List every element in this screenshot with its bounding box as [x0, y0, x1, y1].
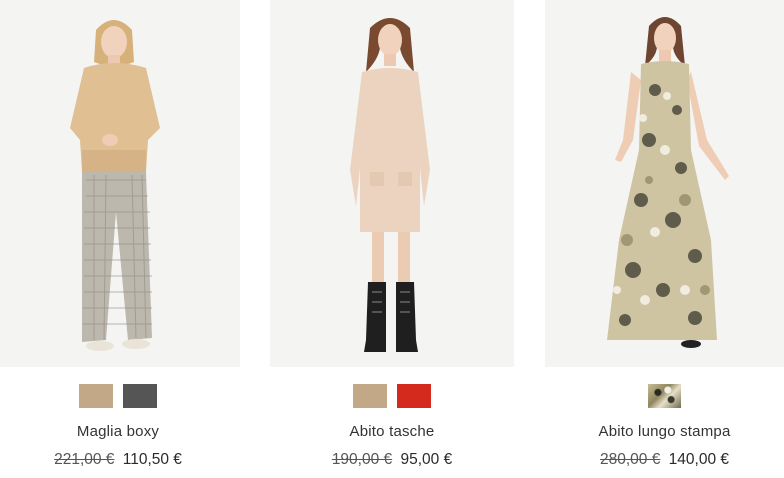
color-swatches — [545, 384, 784, 408]
product-prices: 190,00 € 95,00 € — [270, 451, 514, 469]
swatch-dark-grey[interactable] — [123, 384, 157, 408]
model-illustration — [350, 18, 430, 352]
product-image[interactable] — [545, 0, 784, 367]
color-swatches — [0, 384, 240, 408]
model-illustration — [70, 20, 160, 351]
model-illustration — [607, 17, 729, 348]
product-name[interactable]: Maglia boxy — [0, 423, 240, 441]
product-card-maglia-boxy[interactable]: Maglia boxy 221,00 € 110,50 € — [0, 0, 240, 469]
product-name[interactable]: Abito tasche — [270, 423, 514, 441]
product-prices: 280,00 € 140,00 € — [545, 451, 784, 469]
sale-price: 95,00 € — [400, 451, 453, 468]
swatch-red[interactable] — [397, 384, 431, 408]
sale-price: 140,00 € — [668, 451, 729, 468]
swatch-beige[interactable] — [79, 384, 113, 408]
product-prices: 221,00 € 110,50 € — [0, 451, 240, 469]
product-card-abito-tasche[interactable]: Abito tasche 190,00 € 95,00 € — [270, 0, 514, 469]
color-swatches — [270, 384, 514, 408]
original-price: 280,00 € — [600, 451, 661, 468]
product-image[interactable] — [0, 0, 240, 367]
sale-price: 110,50 € — [122, 451, 182, 468]
product-image[interactable] — [270, 0, 514, 367]
swatch-paisley-print[interactable] — [648, 384, 681, 408]
swatch-beige[interactable] — [353, 384, 387, 408]
product-name[interactable]: Abito lungo stampa — [545, 423, 784, 441]
original-price: 190,00 € — [331, 451, 393, 468]
product-card-abito-lungo-stampa[interactable]: Abito lungo stampa 280,00 € 140,00 € — [545, 0, 784, 469]
original-price: 221,00 € — [54, 451, 115, 468]
